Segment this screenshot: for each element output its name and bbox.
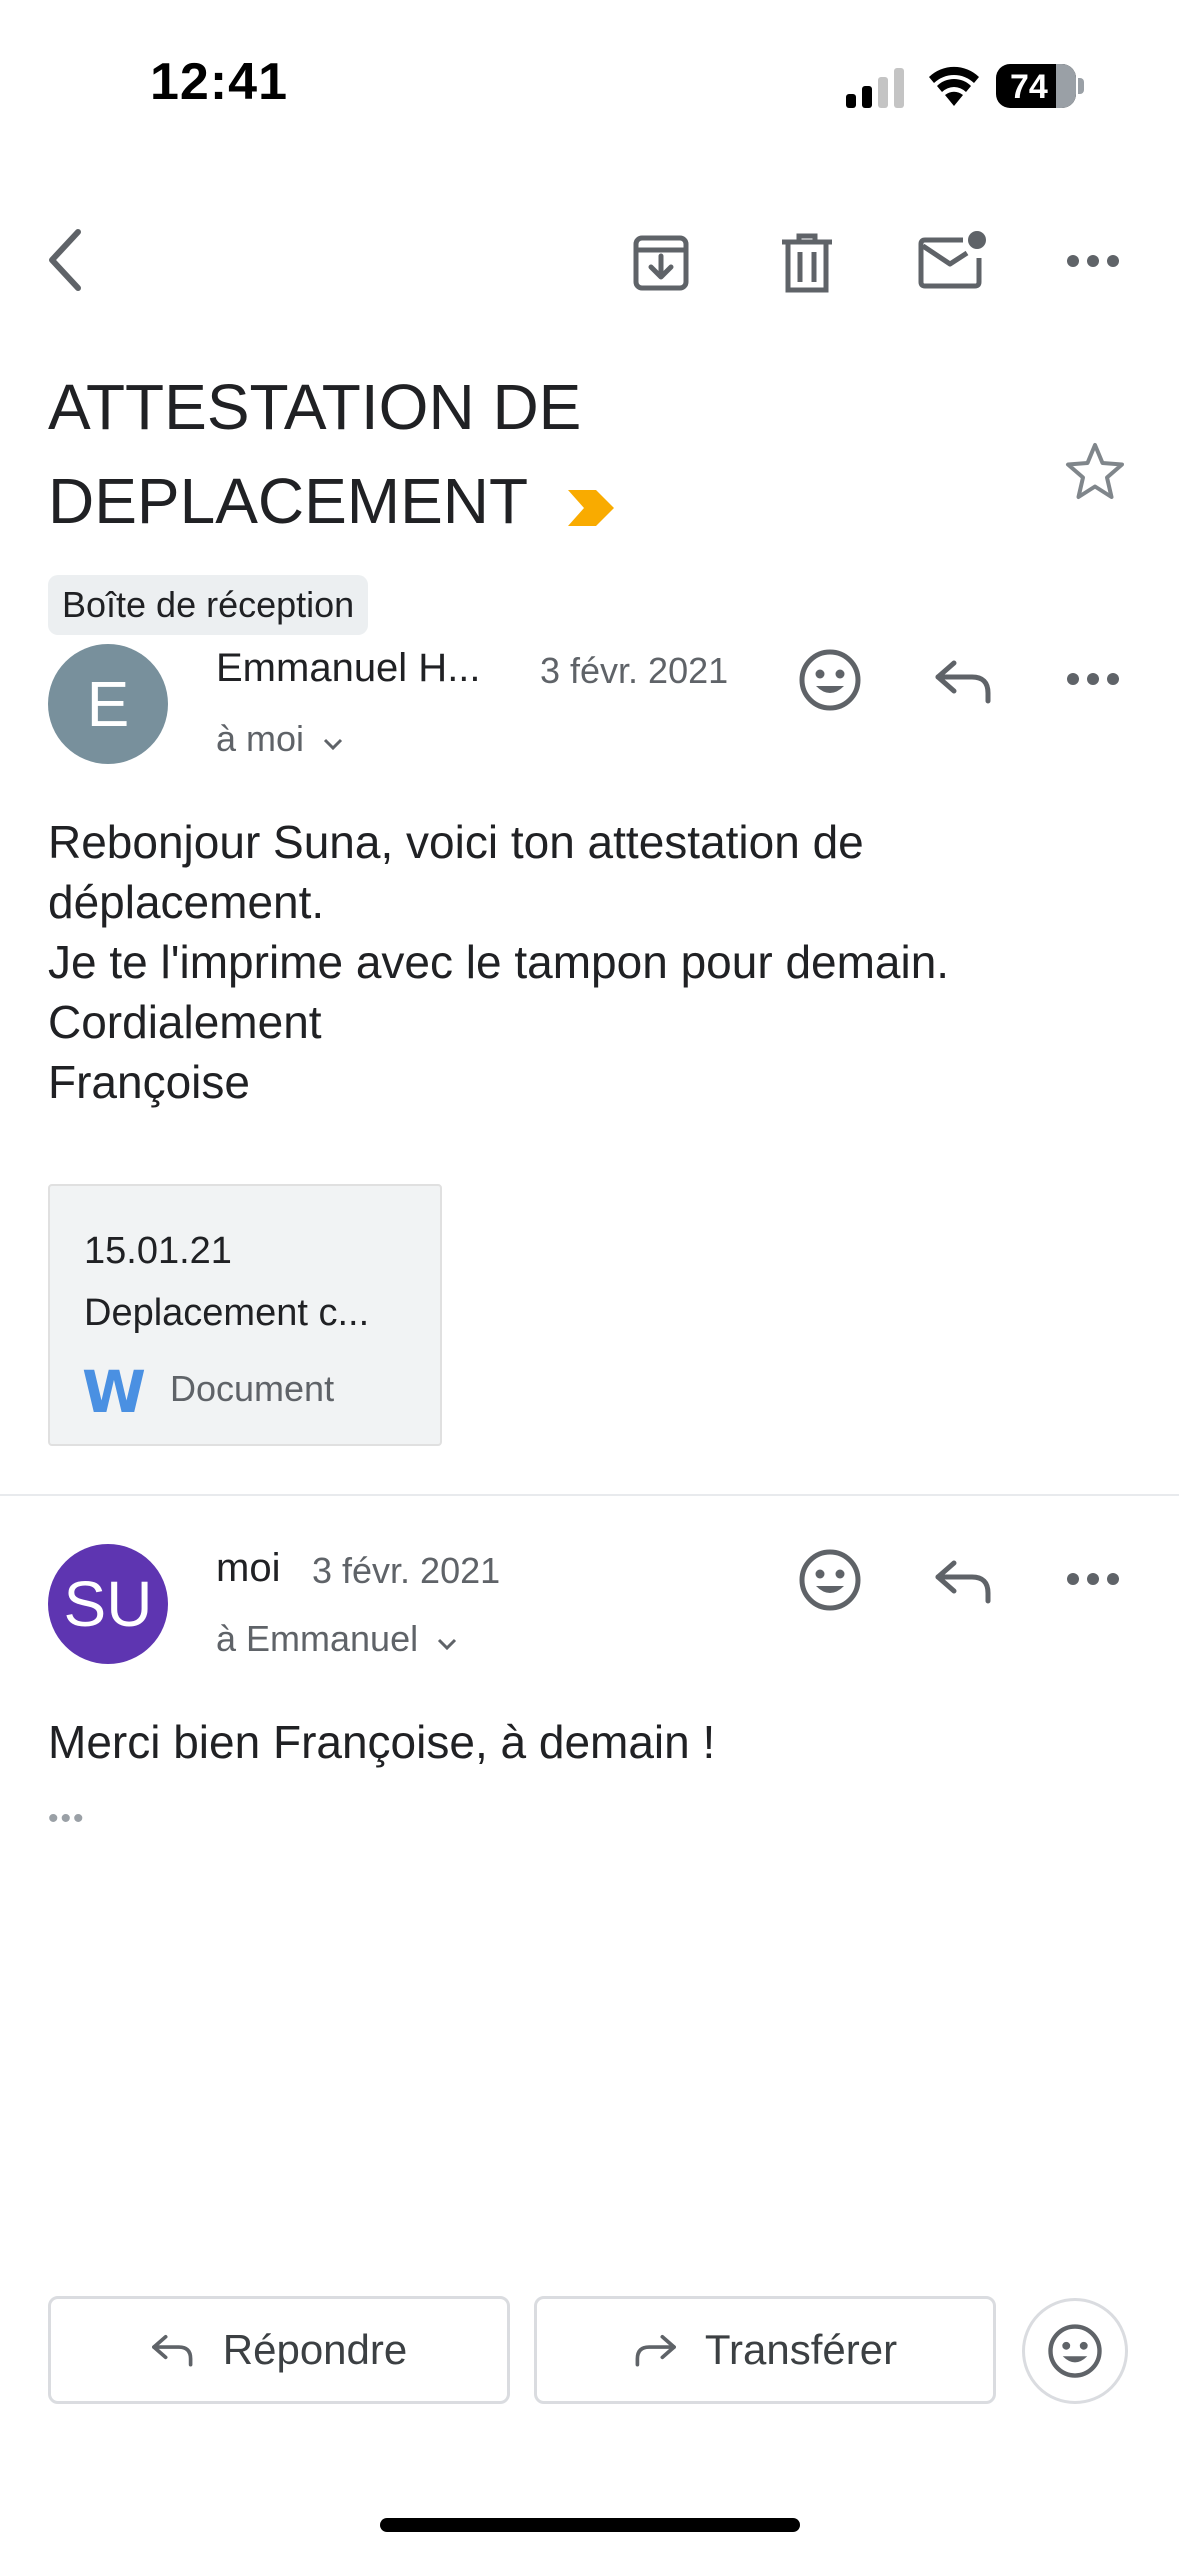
more-options-button[interactable]	[1060, 236, 1126, 286]
back-arrow-icon	[49, 229, 81, 291]
battery-tip	[1078, 78, 1084, 94]
react-action-button[interactable]	[1022, 2298, 1128, 2404]
attachment-name-line-2: Deplacement c...	[84, 1292, 370, 1334]
message-more-button[interactable]	[1060, 654, 1126, 704]
battery-level: 74	[1010, 68, 1048, 106]
star-icon	[1066, 443, 1124, 499]
archive-button[interactable]	[624, 226, 698, 300]
reply-button[interactable]	[924, 1548, 1004, 1614]
message-body: Rebonjour Suna, voici ton attestation de…	[48, 816, 950, 1108]
reply-icon	[935, 660, 991, 704]
email-subject: ATTESTATION DE DEPLACEMENT Boîte de récep…	[48, 360, 948, 647]
status-time: 12:41	[150, 53, 288, 111]
show-trimmed-content-button[interactable]: •••	[48, 1802, 86, 1836]
forward-action-button[interactable]: Transférer	[534, 2296, 996, 2404]
trash-icon	[782, 233, 832, 293]
archive-icon	[633, 235, 689, 291]
subject-line-2-row: DEPLACEMENT Boîte de réception	[48, 454, 948, 647]
reply-button[interactable]	[924, 648, 1004, 714]
sender-name[interactable]: moi	[216, 1546, 280, 1591]
sender-avatar[interactable]: SU	[48, 1544, 168, 1664]
word-doc-icon: W	[82, 1358, 146, 1426]
forward-icon	[635, 2334, 676, 2367]
chevron-down-icon	[323, 738, 343, 751]
message-body: Merci bien Françoise, à demain !	[48, 1716, 716, 1768]
avatar-initials: SU	[63, 1568, 153, 1640]
star-button[interactable]	[1060, 436, 1130, 506]
avatar-initials: E	[86, 668, 130, 740]
attachment-type: Document	[170, 1368, 335, 1409]
recipients-dropdown[interactable]: à moi	[216, 718, 344, 760]
chevron-down-icon	[438, 1638, 457, 1651]
cellular-signal-icon	[846, 68, 910, 115]
recipients-dropdown[interactable]: à Emmanuel	[216, 1618, 458, 1660]
attachment-name-line-1: 15.01.21	[84, 1230, 232, 1272]
reply-action-button[interactable]: Répondre	[48, 2296, 510, 2404]
subject-line-2: DEPLACEMENT	[48, 465, 529, 537]
add-reaction-button[interactable]	[790, 1540, 870, 1620]
reply-icon	[935, 1560, 991, 1604]
emoji-icon	[799, 1549, 861, 1611]
more-horizontal-icon	[1067, 673, 1119, 685]
battery-icon: 74	[996, 64, 1076, 108]
reply-icon	[151, 2334, 193, 2367]
more-horizontal-icon	[1067, 255, 1119, 267]
emoji-icon	[1048, 2324, 1102, 2378]
inbox-label-chip[interactable]: Boîte de réception	[48, 575, 369, 636]
mail-unread-icon	[918, 231, 986, 289]
add-reaction-button[interactable]	[790, 640, 870, 720]
attachment-card[interactable]: 15.01.21 Deplacement c... W Document	[48, 1184, 442, 1446]
message-date: 3 févr. 2021	[312, 1550, 501, 1591]
wifi-icon	[926, 64, 982, 113]
recipients-label: à moi	[216, 718, 305, 759]
message-more-button[interactable]	[1060, 1554, 1126, 1604]
important-marker-icon[interactable]	[566, 459, 616, 553]
mark-unread-button[interactable]	[912, 222, 992, 298]
sender-avatar[interactable]: E	[48, 644, 168, 764]
sender-name[interactable]: Emmanuel H...	[216, 646, 481, 691]
home-indicator[interactable]	[380, 2518, 800, 2532]
recipients-label: à Emmanuel	[216, 1618, 419, 1659]
back-button[interactable]	[36, 220, 96, 300]
forward-action-label: Transférer	[704, 2326, 898, 2373]
message-date: 3 févr. 2021	[540, 650, 729, 691]
message-divider	[0, 1494, 1179, 1496]
emoji-icon	[799, 649, 861, 711]
subject-line-1: ATTESTATION DE	[48, 371, 582, 443]
reply-action-label: Répondre	[222, 2326, 408, 2373]
delete-button[interactable]	[772, 226, 842, 300]
more-horizontal-icon	[1067, 1573, 1119, 1585]
